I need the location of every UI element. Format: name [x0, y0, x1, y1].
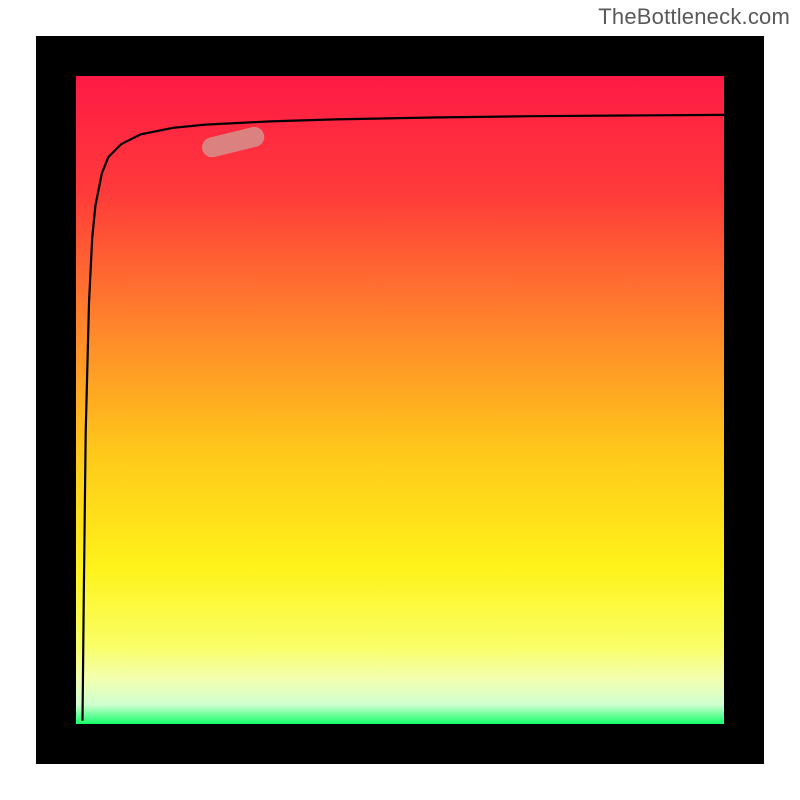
plot-gradient-fill [76, 76, 724, 724]
curve-marker [212, 137, 254, 147]
chart-stage: { "attribution": "TheBottleneck.com", "c… [0, 0, 800, 800]
plot-frame-left [36, 36, 76, 764]
plot-frame-top [36, 36, 764, 76]
plot-frame-bottom [36, 724, 764, 764]
chart-svg [0, 0, 800, 800]
plot-frame-right [724, 36, 764, 764]
